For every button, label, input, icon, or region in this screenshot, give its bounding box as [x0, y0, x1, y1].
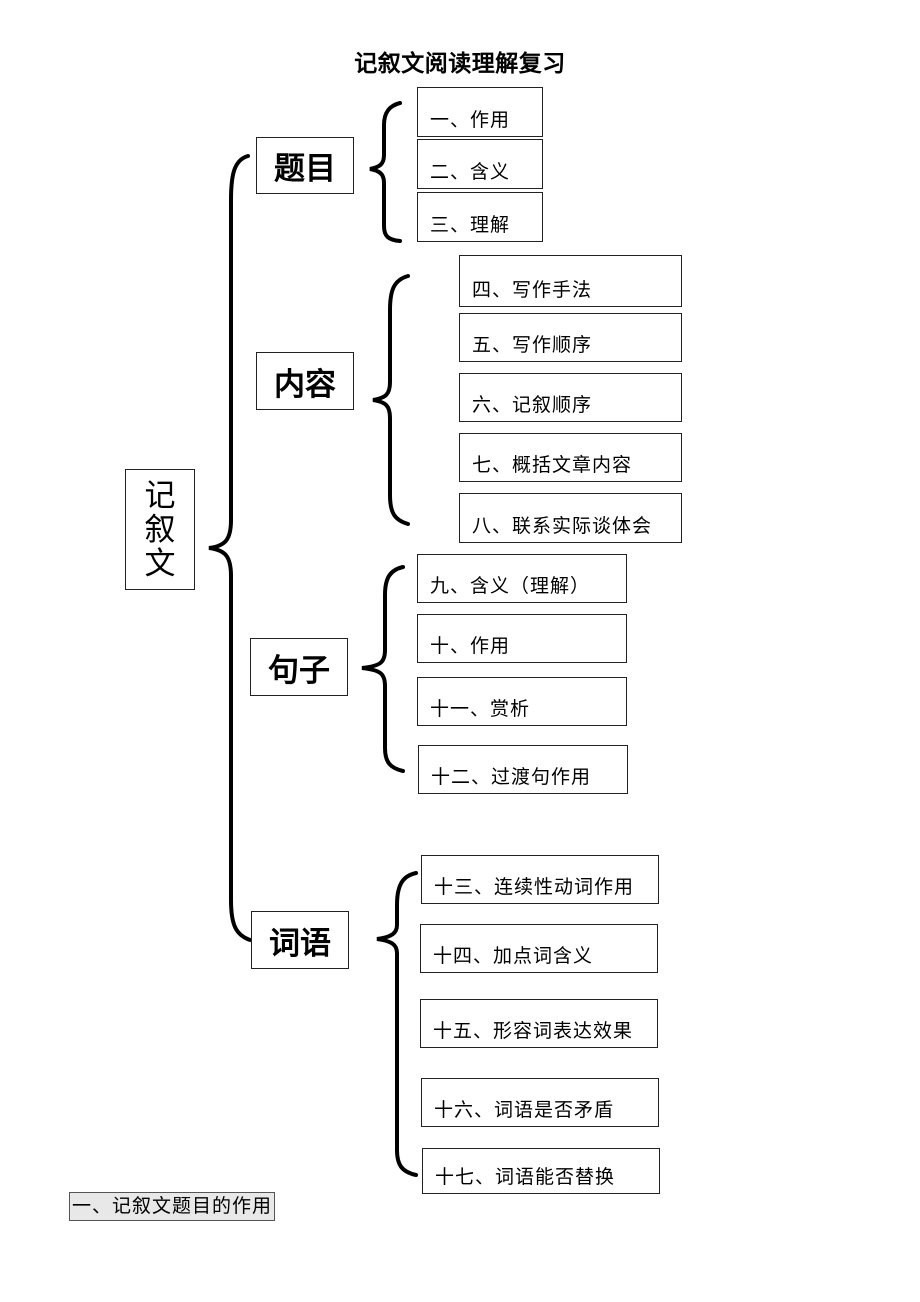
leaf-node: 十六、词语是否矛盾 — [421, 1078, 659, 1127]
leaf-node: 六、记叙顺序 — [459, 373, 682, 422]
leaf-node: 一、作用 — [417, 87, 543, 137]
leaf-node: 十七、词语能否替换 — [422, 1148, 660, 1194]
brace-juzi — [361, 565, 405, 773]
category-node-timu: 题目 — [256, 137, 354, 194]
brace-ciyu — [376, 871, 418, 1177]
leaf-node: 十一、赏析 — [417, 677, 627, 726]
brace-neirong — [372, 274, 410, 526]
leaf-node: 十三、连续性动词作用 — [421, 855, 659, 904]
leaf-node: 十、作用 — [417, 614, 627, 663]
leaf-node: 五、写作顺序 — [459, 313, 682, 362]
main-brace — [208, 154, 252, 942]
leaf-node: 十四、加点词含义 — [420, 924, 658, 973]
root-char: 记 — [144, 477, 176, 514]
leaf-node: 八、联系实际谈体会 — [459, 493, 682, 543]
leaf-node: 十五、形容词表达效果 — [420, 999, 658, 1048]
leaf-node: 三、理解 — [417, 192, 543, 242]
leaf-node: 七、概括文章内容 — [459, 433, 682, 482]
category-node-neirong: 内容 — [256, 352, 354, 410]
section-heading: 一、记叙文题目的作用 — [69, 1192, 276, 1221]
category-node-juzi: 句子 — [250, 638, 348, 696]
category-node-ciyu: 词语 — [251, 911, 349, 969]
leaf-node: 十二、过渡句作用 — [418, 745, 628, 794]
root-char: 叙 — [144, 511, 176, 548]
leaf-node: 九、含义（理解） — [417, 554, 627, 603]
leaf-node: 四、写作手法 — [459, 255, 682, 307]
brace-timu — [369, 101, 402, 243]
leaf-node: 二、含义 — [417, 139, 543, 189]
root-node: 记 叙 文 — [125, 469, 195, 590]
root-char: 文 — [144, 545, 176, 582]
